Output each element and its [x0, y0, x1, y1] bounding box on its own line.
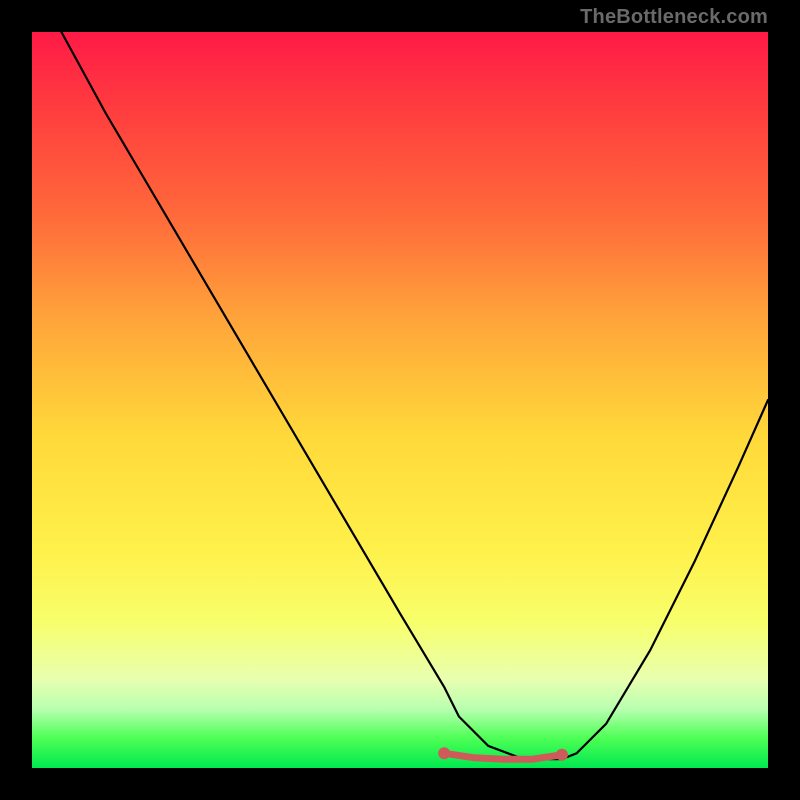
plot-area	[32, 32, 768, 768]
watermark-text: TheBottleneck.com	[580, 6, 768, 29]
chart-frame: TheBottleneck.com	[0, 0, 800, 800]
